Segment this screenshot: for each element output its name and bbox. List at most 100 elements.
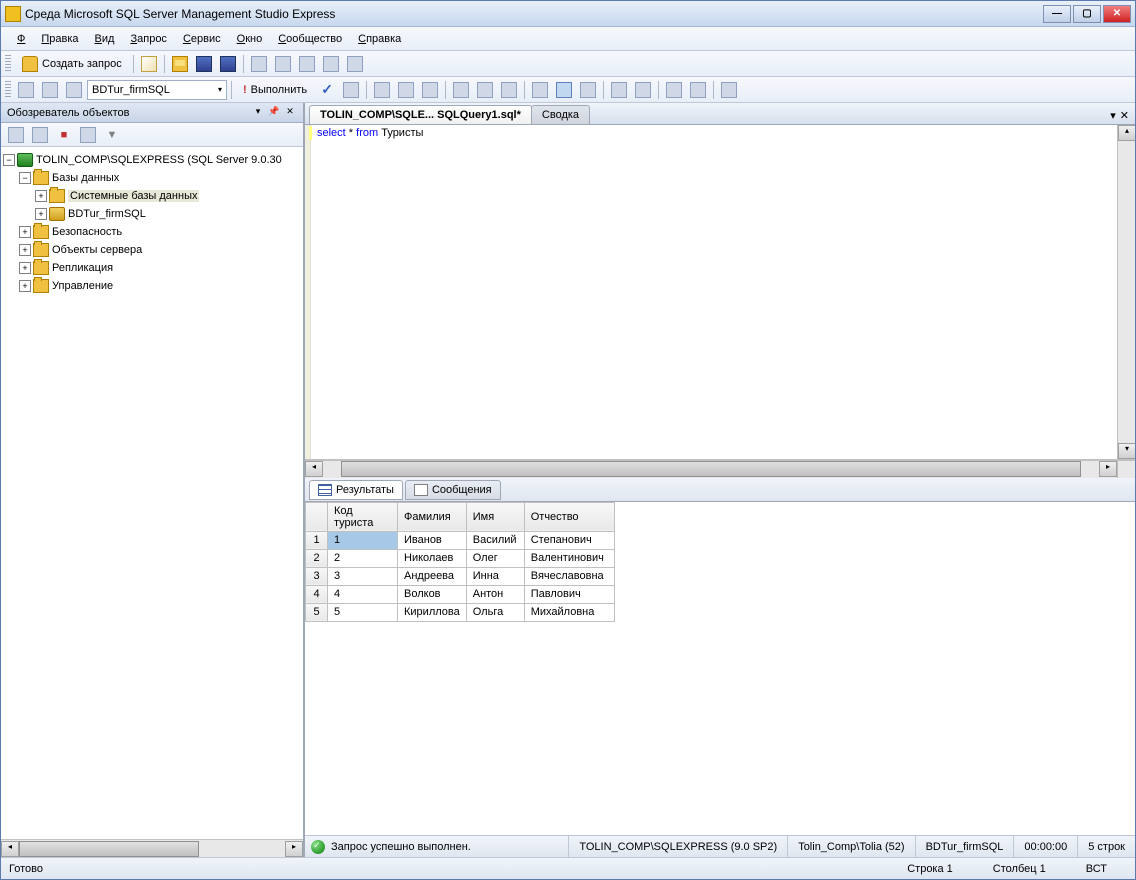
comment-button[interactable]: [663, 79, 685, 101]
table-cell[interactable]: 4: [328, 585, 398, 603]
column-header[interactable]: Отчество: [524, 502, 614, 531]
column-header[interactable]: Код туриста: [328, 502, 398, 531]
oe-disconnect-button[interactable]: [29, 124, 51, 146]
row-header[interactable]: 5: [306, 603, 328, 621]
row-header[interactable]: 1: [306, 531, 328, 549]
scroll-right-icon[interactable]: ▸: [1099, 461, 1117, 477]
connect-button[interactable]: [15, 79, 37, 101]
table-cell[interactable]: 1: [328, 531, 398, 549]
menu-query[interactable]: Запрос: [122, 30, 174, 48]
indent-button[interactable]: [608, 79, 630, 101]
table-row[interactable]: 55КирилловаОльгаМихайловна: [306, 603, 615, 621]
tree-expand-icon[interactable]: +: [19, 280, 31, 292]
panel-pin-icon[interactable]: 📌: [267, 106, 281, 120]
object-tree[interactable]: − TOLIN_COMP\SQLEXPRESS (SQL Server 9.0.…: [1, 147, 303, 839]
table-row[interactable]: 33АндрееваИннаВячеславовна: [306, 567, 615, 585]
outdent-button[interactable]: [632, 79, 654, 101]
scroll-thumb[interactable]: [341, 461, 1081, 477]
table-cell[interactable]: 3: [328, 567, 398, 585]
table-cell[interactable]: 2: [328, 549, 398, 567]
scroll-thumb[interactable]: [19, 841, 199, 857]
tb-btn-1[interactable]: [248, 53, 270, 75]
oe-horizontal-scrollbar[interactable]: ◂ ▸: [1, 839, 303, 857]
tb2-btn-6[interactable]: [498, 79, 520, 101]
new-file-button[interactable]: [138, 53, 160, 75]
table-row[interactable]: 11ИвановВасилийСтепанович: [306, 531, 615, 549]
execute-button[interactable]: ! Выполнить: [236, 81, 314, 99]
table-cell[interactable]: Михайловна: [524, 603, 614, 621]
tree-expand-icon[interactable]: +: [35, 190, 47, 202]
tb-btn-5[interactable]: [344, 53, 366, 75]
tree-server-node[interactable]: − TOLIN_COMP\SQLEXPRESS (SQL Server 9.0.…: [3, 151, 301, 169]
tb2-btn-1[interactable]: [371, 79, 393, 101]
table-cell[interactable]: Павлович: [524, 585, 614, 603]
save-button[interactable]: [193, 53, 215, 75]
tree-expand-icon[interactable]: +: [19, 226, 31, 238]
tb-btn-3[interactable]: [296, 53, 318, 75]
scroll-left-icon[interactable]: ◂: [1, 841, 19, 857]
tab-summary[interactable]: Сводка: [531, 105, 590, 124]
tabs-dropdown-icon[interactable]: ▾: [1110, 109, 1116, 122]
menu-view[interactable]: Вид: [87, 30, 123, 48]
parse-button[interactable]: ✓: [316, 79, 338, 101]
row-header[interactable]: 4: [306, 585, 328, 603]
change-connection-button[interactable]: [63, 79, 85, 101]
menu-edit[interactable]: Правка: [33, 30, 86, 48]
tb-btn-4[interactable]: [320, 53, 342, 75]
table-cell[interactable]: Ольга: [466, 603, 524, 621]
panel-close-icon[interactable]: ✕: [283, 106, 297, 120]
tree-user-db-node[interactable]: + BDTur_firmSQL: [3, 205, 301, 223]
panel-dropdown-icon[interactable]: ▾: [251, 106, 265, 120]
tree-security-node[interactable]: + Безопасность: [3, 223, 301, 241]
tab-results[interactable]: Результаты: [309, 480, 403, 500]
tree-expand-icon[interactable]: +: [19, 262, 31, 274]
table-cell[interactable]: 5: [328, 603, 398, 621]
cancel-query-button[interactable]: [340, 79, 362, 101]
table-cell[interactable]: Антон: [466, 585, 524, 603]
tree-collapse-icon[interactable]: −: [19, 172, 31, 184]
disconnect-button[interactable]: [39, 79, 61, 101]
table-cell[interactable]: Волков: [398, 585, 467, 603]
tb2-btn-3[interactable]: [419, 79, 441, 101]
toolbar-grip[interactable]: [5, 55, 11, 73]
table-cell[interactable]: Кириллова: [398, 603, 467, 621]
table-cell[interactable]: Андреева: [398, 567, 467, 585]
oe-filter-button[interactable]: ▼: [101, 124, 123, 146]
column-header[interactable]: Имя: [466, 502, 524, 531]
menu-tools[interactable]: Сервис: [175, 30, 229, 48]
results-text-button[interactable]: [529, 79, 551, 101]
table-cell[interactable]: Василий: [466, 531, 524, 549]
tabs-close-icon[interactable]: ✕: [1120, 109, 1129, 122]
results-grid[interactable]: Код туристаФамилияИмяОтчество11ИвановВас…: [305, 502, 1135, 836]
toolbar-grip[interactable]: [5, 81, 11, 99]
editor-vertical-scrollbar[interactable]: ▴ ▾: [1117, 125, 1135, 459]
scroll-right-icon[interactable]: ▸: [285, 841, 303, 857]
save-all-button[interactable]: [217, 53, 239, 75]
table-cell[interactable]: Иванов: [398, 531, 467, 549]
oe-connect-button[interactable]: [5, 124, 27, 146]
table-cell[interactable]: Степанович: [524, 531, 614, 549]
tree-system-db-node[interactable]: + Системные базы данных: [3, 187, 301, 205]
tree-server-objects-node[interactable]: + Объекты сервера: [3, 241, 301, 259]
open-button[interactable]: [169, 53, 191, 75]
tree-replication-node[interactable]: + Репликация: [3, 259, 301, 277]
tb2-btn-5[interactable]: [474, 79, 496, 101]
table-cell[interactable]: Валентинович: [524, 549, 614, 567]
maximize-button[interactable]: ▢: [1073, 5, 1101, 23]
tree-collapse-icon[interactable]: −: [3, 154, 15, 166]
tb2-last[interactable]: [718, 79, 740, 101]
results-table[interactable]: Код туристаФамилияИмяОтчество11ИвановВас…: [305, 502, 615, 622]
menu-help[interactable]: Справка: [350, 30, 409, 48]
minimize-button[interactable]: —: [1043, 5, 1071, 23]
new-query-button[interactable]: Создать запрос: [15, 53, 129, 75]
sql-editor[interactable]: select * from Туристы ▴ ▾: [305, 125, 1135, 460]
oe-stop-button[interactable]: ■: [53, 124, 75, 146]
table-row[interactable]: 44ВолковАнтонПавлович: [306, 585, 615, 603]
scroll-up-icon[interactable]: ▴: [1118, 125, 1135, 141]
menu-file[interactable]: Ф: [9, 30, 33, 48]
uncomment-button[interactable]: [687, 79, 709, 101]
tree-databases-node[interactable]: − Базы данных: [3, 169, 301, 187]
tb2-btn-4[interactable]: [450, 79, 472, 101]
tb-btn-2[interactable]: [272, 53, 294, 75]
table-cell[interactable]: Вячеславовна: [524, 567, 614, 585]
